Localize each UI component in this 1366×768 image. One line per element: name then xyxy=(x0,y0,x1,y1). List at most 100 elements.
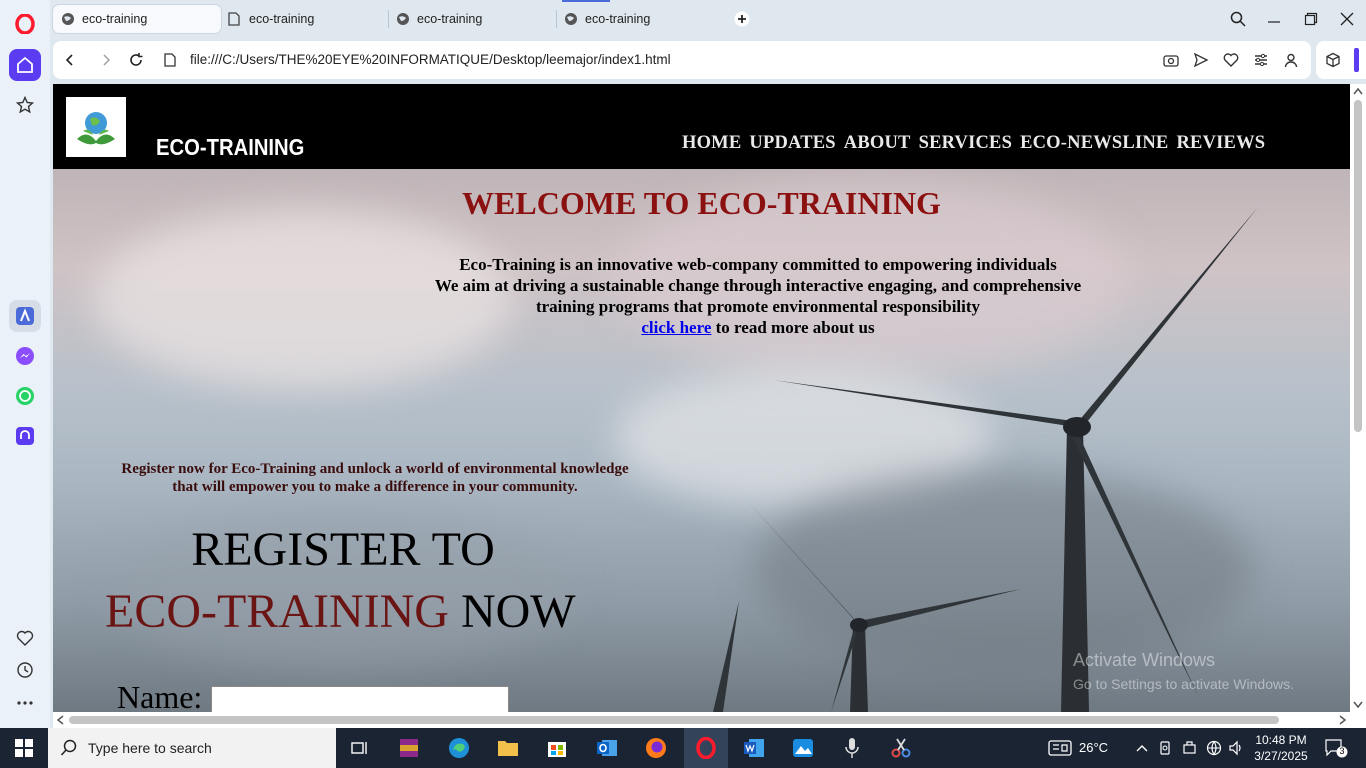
tab-3[interactable]: eco-training xyxy=(388,5,554,33)
file-icon xyxy=(228,12,242,26)
browser-window: eco-training eco-training eco-training e… xyxy=(0,0,1366,768)
microsoft-store-icon[interactable] xyxy=(543,734,571,762)
easy-setup-icon[interactable] xyxy=(1250,49,1272,71)
photos-icon[interactable] xyxy=(789,734,817,762)
nav-reviews[interactable]: REVIEWS xyxy=(1176,133,1265,154)
browser-sidebar xyxy=(0,0,50,728)
outlook-icon[interactable] xyxy=(593,734,621,762)
aria-icon[interactable] xyxy=(9,300,41,332)
register-description: Register now for Eco-Training and unlock… xyxy=(95,460,655,496)
tab-title: eco-training xyxy=(585,12,651,26)
intro-line: training programs that promote environme… xyxy=(535,297,981,316)
search-placeholder: Type here to search xyxy=(88,740,212,756)
task-view-icon[interactable] xyxy=(346,734,374,762)
music-player-icon[interactable] xyxy=(9,420,41,452)
site-nav: HOME UPDATES ABOUT SERVICES ECO-NEWSLINE… xyxy=(682,133,1265,154)
start-windows-icon[interactable] xyxy=(10,734,38,762)
nav-home[interactable]: HOME xyxy=(682,133,741,154)
url-field[interactable]: file:///C:/Users/THE%20EYE%20INFORMATIQU… xyxy=(190,52,671,67)
windows-taskbar: Type here to search 26°C 10:48 PM 3/27/2… xyxy=(0,728,1366,768)
firefox-icon[interactable] xyxy=(642,734,670,762)
volume-icon[interactable] xyxy=(1222,734,1250,762)
nav-about[interactable]: ABOUT xyxy=(844,133,911,154)
welcome-heading: WELCOME TO ECO-TRAINING xyxy=(462,185,941,221)
word-icon[interactable] xyxy=(740,734,768,762)
vertical-scrollbar[interactable] xyxy=(1350,84,1366,712)
edge-icon[interactable] xyxy=(445,734,473,762)
intro-line: We aim at driving a sustainable change t… xyxy=(434,276,1082,295)
extensions-area xyxy=(1316,41,1366,79)
register-line: Register now for Eco-Training and unlock… xyxy=(121,461,629,477)
new-tab-button[interactable] xyxy=(731,8,753,30)
name-label: Name: xyxy=(117,679,203,712)
register-heading-2: ECO-TRAINING NOW xyxy=(105,584,576,639)
back-button[interactable] xyxy=(59,49,81,71)
link-suffix: to read more about us xyxy=(711,318,875,337)
intro-line: Eco-Training is an innovative web-compan… xyxy=(459,255,1057,274)
page-viewport: ECO-TRAINING HOME UPDATES ABOUT SERVICES… xyxy=(53,84,1350,712)
register-heading: REGISTER TO xyxy=(191,523,495,576)
tab-4[interactable]: eco-training xyxy=(556,5,722,33)
clock-date: 3/27/2025 xyxy=(1254,749,1308,763)
system-clock[interactable]: 10:48 PM 3/27/2025 xyxy=(1252,732,1310,764)
intro-paragraph: Eco-Training is an innovative web-compan… xyxy=(383,254,1133,338)
nav-updates[interactable]: UPDATES xyxy=(749,133,835,154)
tab-1[interactable]: eco-training xyxy=(53,5,221,33)
weather-temperature[interactable]: 26°C xyxy=(1079,740,1108,755)
messenger-icon[interactable] xyxy=(9,340,41,372)
sidebar-indicator xyxy=(1354,48,1359,72)
nav-services[interactable]: SERVICES xyxy=(919,133,1013,154)
site-brand[interactable]: ECO-TRAINING xyxy=(156,134,304,161)
globe-icon xyxy=(396,12,410,26)
send-icon[interactable] xyxy=(1190,49,1212,71)
close-window-button[interactable] xyxy=(1336,8,1358,30)
bookmarks-star-icon[interactable] xyxy=(9,89,41,121)
activate-windows-subtext: Go to Settings to activate Windows. xyxy=(1073,676,1294,692)
favorites-heart-icon[interactable] xyxy=(9,622,41,654)
file-explorer-icon[interactable] xyxy=(494,734,522,762)
read-more-link[interactable]: click here xyxy=(641,318,711,337)
more-options-icon[interactable] xyxy=(9,687,41,719)
whatsapp-icon[interactable] xyxy=(9,380,41,412)
restore-button[interactable] xyxy=(1300,8,1322,30)
search-tabs-icon[interactable] xyxy=(1227,8,1249,30)
voice-recorder-icon[interactable] xyxy=(838,734,866,762)
site-logo[interactable] xyxy=(66,97,126,157)
taskbar-search-box[interactable]: Type here to search xyxy=(48,728,336,768)
register-brand: ECO-TRAINING xyxy=(105,585,449,638)
winrar-icon[interactable] xyxy=(395,734,423,762)
heart-icon[interactable] xyxy=(1220,49,1242,71)
file-icon xyxy=(159,49,181,71)
extensions-cube-icon[interactable] xyxy=(1322,49,1344,71)
snipping-tool-icon[interactable] xyxy=(887,734,915,762)
register-line: that will empower you to make a differen… xyxy=(172,479,578,495)
activate-windows-watermark: Activate Windows xyxy=(1073,650,1216,670)
tab-2[interactable]: eco-training xyxy=(220,5,386,33)
notification-center-icon[interactable]: 3 xyxy=(1321,734,1351,762)
horizontal-scrollbar[interactable] xyxy=(53,712,1366,728)
nav-eco-newsline[interactable]: ECO-NEWSLINE xyxy=(1020,133,1168,154)
reload-button[interactable] xyxy=(125,49,147,71)
clock-time: 10:48 PM xyxy=(1255,733,1307,747)
forward-button[interactable] xyxy=(95,49,117,71)
minimize-button[interactable] xyxy=(1263,8,1285,30)
loading-indicator xyxy=(562,0,610,2)
opera-menu-icon[interactable] xyxy=(9,8,41,40)
site-header: ECO-TRAINING HOME UPDATES ABOUT SERVICES… xyxy=(53,84,1350,169)
name-input[interactable] xyxy=(211,686,509,712)
snapshot-camera-icon[interactable] xyxy=(1160,49,1182,71)
tab-strip: eco-training eco-training eco-training e… xyxy=(50,0,1366,38)
register-now: NOW xyxy=(448,585,576,638)
intro-link-line: click here to read more about us xyxy=(383,317,1133,338)
weather-icon[interactable] xyxy=(1046,734,1074,762)
tab-title: eco-training xyxy=(82,12,148,26)
tab-title: eco-training xyxy=(417,12,483,26)
globe-icon xyxy=(564,12,578,26)
tab-title: eco-training xyxy=(249,12,315,26)
history-clock-icon[interactable] xyxy=(9,654,41,686)
profile-icon[interactable] xyxy=(1280,49,1302,71)
opera-taskbar-icon[interactable] xyxy=(684,728,728,768)
address-bar: file:///C:/Users/THE%20EYE%20INFORMATIQU… xyxy=(53,41,1311,79)
globe-icon xyxy=(61,12,75,26)
home-icon[interactable] xyxy=(9,49,41,81)
